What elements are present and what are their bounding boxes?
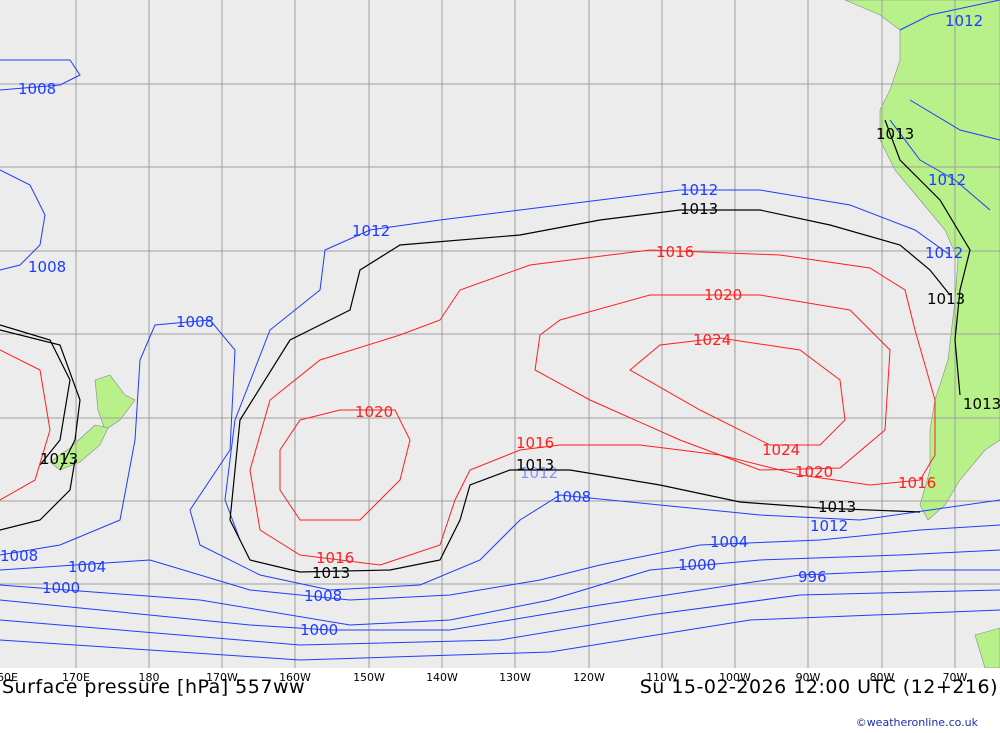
svg-text:1016: 1016 — [316, 549, 354, 567]
svg-text:1024: 1024 — [693, 331, 731, 349]
svg-text:996: 996 — [798, 568, 827, 586]
new-zealand-north — [94, 374, 136, 431]
svg-text:1012: 1012 — [810, 517, 848, 535]
svg-text:1012: 1012 — [352, 222, 390, 240]
svg-text:1004: 1004 — [710, 533, 748, 551]
antarctic-peninsula — [974, 627, 1000, 669]
svg-text:1020: 1020 — [355, 403, 393, 421]
svg-text:1000: 1000 — [42, 579, 80, 597]
blue-isobars — [0, 0, 1000, 661]
svg-text:1013: 1013 — [963, 395, 1000, 413]
svg-text:1012: 1012 — [928, 171, 966, 189]
map-title: Surface pressure [hPa] 557ww — [2, 676, 306, 698]
svg-text:1013: 1013 — [818, 498, 856, 516]
south-america-land — [844, 0, 1000, 521]
svg-text:1008: 1008 — [553, 488, 591, 506]
contour-labels: 1008 1008 1008 1008 1008 1008 1012 1012 … — [0, 12, 1000, 639]
svg-text:1000: 1000 — [678, 556, 716, 574]
svg-text:1016: 1016 — [516, 434, 554, 452]
svg-text:1016: 1016 — [656, 243, 694, 261]
credit-link[interactable]: ©weatheronline.co.uk — [856, 716, 978, 729]
svg-text:1008: 1008 — [28, 258, 66, 276]
svg-text:1013: 1013 — [516, 456, 554, 474]
svg-text:1012: 1012 — [945, 12, 983, 30]
map-svg: 1008 1008 1008 1008 1008 1008 1012 1012 … — [0, 0, 1000, 669]
svg-text:1016: 1016 — [898, 474, 936, 492]
valid-time: Su 15-02-2026 12:00 UTC (12+216) — [639, 676, 998, 698]
svg-text:1008: 1008 — [304, 587, 342, 605]
svg-text:1020: 1020 — [704, 286, 742, 304]
svg-text:1008: 1008 — [0, 547, 38, 565]
svg-text:1012: 1012 — [925, 244, 963, 262]
grid — [0, 0, 1000, 668]
lon-tick: 130W — [499, 671, 531, 684]
svg-text:1013: 1013 — [876, 125, 914, 143]
svg-text:1013: 1013 — [40, 450, 78, 468]
svg-text:1013: 1013 — [927, 290, 965, 308]
lon-tick: 150W — [353, 671, 385, 684]
lon-tick: 140W — [426, 671, 458, 684]
pressure-map: 1008 1008 1008 1008 1008 1008 1012 1012 … — [0, 0, 1000, 669]
svg-text:1013: 1013 — [680, 200, 718, 218]
svg-text:1000: 1000 — [300, 621, 338, 639]
svg-text:1012: 1012 — [680, 181, 718, 199]
svg-text:1008: 1008 — [18, 80, 56, 98]
svg-text:1024: 1024 — [762, 441, 800, 459]
svg-text:1008: 1008 — [176, 313, 214, 331]
svg-text:1004: 1004 — [68, 558, 106, 576]
lon-tick: 120W — [573, 671, 605, 684]
svg-text:1020: 1020 — [795, 463, 833, 481]
red-isobars — [0, 249, 936, 566]
